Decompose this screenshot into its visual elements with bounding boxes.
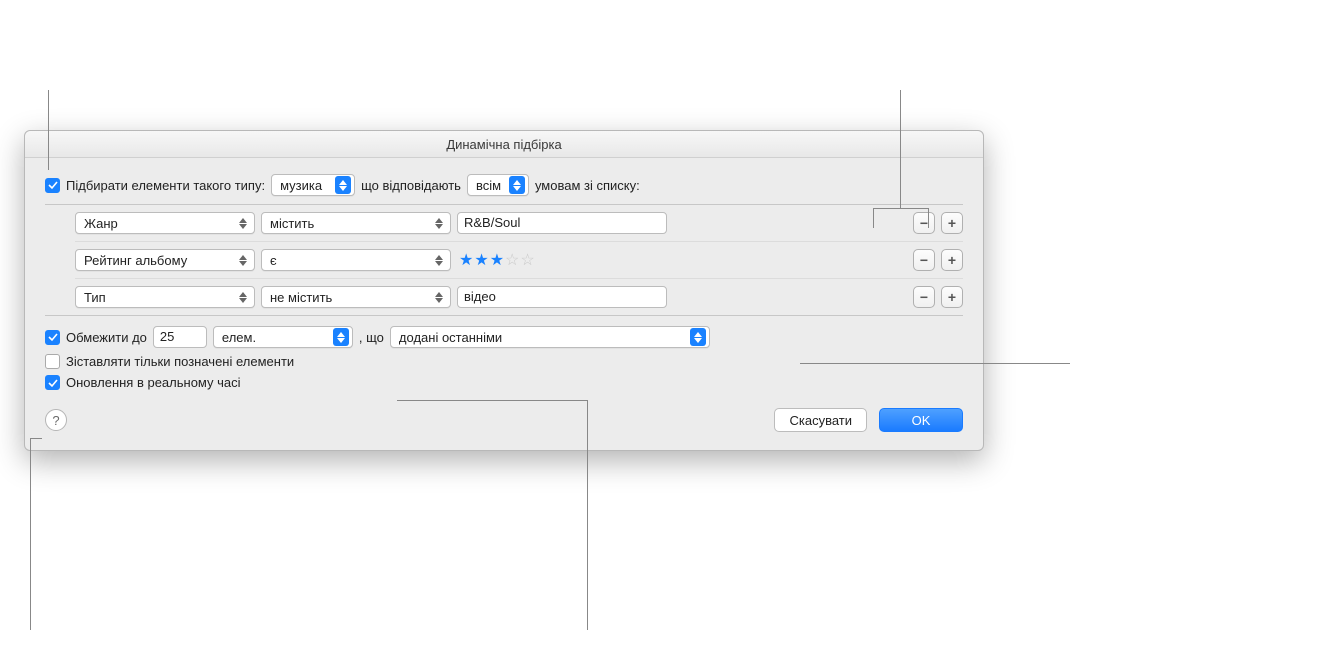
rule-field-popup[interactable]: Жанр — [75, 212, 255, 234]
limit-unit-popup[interactable]: елем. — [213, 326, 353, 348]
rule-field-popup[interactable]: Рейтинг альбому — [75, 249, 255, 271]
star-icon: ☆ — [505, 250, 519, 270]
limit-joiner-label: , що — [359, 330, 384, 345]
dialog-footer: ? Скасувати OK — [45, 408, 963, 432]
chevron-updown-icon — [235, 214, 251, 232]
live-update-checkbox[interactable] — [45, 375, 60, 390]
rule-field-popup[interactable]: Тип — [75, 286, 255, 308]
limit-criteria-value: додані останніми — [399, 330, 502, 345]
ok-button[interactable]: OK — [879, 408, 963, 432]
rule-row: Рейтинг альбому є ★ ★ ★ — [75, 242, 963, 279]
rule-op-value: не містить — [270, 290, 332, 305]
rule-op-popup[interactable]: містить — [261, 212, 451, 234]
match-only-checked-label: Зіставляти тільки позначені елементи — [66, 354, 294, 369]
rule-field-value: Жанр — [84, 216, 118, 231]
callout-line — [900, 208, 928, 209]
callout-line — [30, 438, 42, 439]
callout-line — [900, 90, 901, 208]
plus-icon: + — [948, 289, 956, 305]
limit-unit-value: елем. — [222, 330, 256, 345]
live-update-label: Оновлення в реальному часі — [66, 375, 241, 390]
media-type-value: музика — [280, 178, 322, 193]
rule-op-value: є — [270, 253, 277, 268]
limit-label: Обмежити до — [66, 330, 147, 345]
rule-op-value: містить — [270, 216, 314, 231]
match-checkbox[interactable] — [45, 178, 60, 193]
smart-playlist-dialog: Динамічна підбірка Підбирати елементи та… — [24, 130, 984, 451]
match-suffix-label: умовам зі списку: — [535, 178, 640, 193]
add-rule-button[interactable]: + — [941, 286, 963, 308]
callout-line — [48, 90, 49, 170]
dialog-title: Динамічна підбірка — [25, 131, 983, 158]
rule-field-value: Тип — [84, 290, 106, 305]
callout-line — [30, 438, 31, 630]
minus-icon: − — [920, 289, 928, 305]
chevron-updown-icon — [690, 328, 706, 346]
chevron-updown-icon — [333, 328, 349, 346]
limit-criteria-popup[interactable]: додані останніми — [390, 326, 710, 348]
rule-field-value: Рейтинг альбому — [84, 253, 187, 268]
plus-icon: + — [948, 215, 956, 231]
rule-row: Тип не містить відео − + — [75, 279, 963, 315]
star-icon: ★ — [474, 250, 488, 270]
star-icon: ★ — [490, 250, 504, 270]
add-rule-button[interactable]: + — [941, 249, 963, 271]
cancel-button[interactable]: Скасувати — [774, 408, 867, 432]
match-only-checked-row: Зіставляти тільки позначені елементи — [45, 354, 963, 369]
chevron-updown-icon — [335, 176, 351, 194]
chevron-updown-icon — [235, 251, 251, 269]
match-middle-label: що відповідають — [361, 178, 461, 193]
media-type-popup[interactable]: музика — [271, 174, 355, 196]
limit-checkbox[interactable] — [45, 330, 60, 345]
minus-icon: − — [920, 215, 928, 231]
add-rule-button[interactable]: + — [941, 212, 963, 234]
rule-op-popup[interactable]: не містить — [261, 286, 451, 308]
star-icon: ★ — [459, 250, 473, 270]
match-scope-value: всім — [476, 178, 501, 193]
callout-line — [873, 208, 900, 209]
limit-row: Обмежити до 25 елем. , що додані останні… — [45, 326, 963, 348]
chevron-updown-icon — [431, 251, 447, 269]
remove-rule-button[interactable]: − — [913, 249, 935, 271]
remove-rule-button[interactable]: − — [913, 286, 935, 308]
match-criteria-row: Підбирати елементи такого типу: музика щ… — [45, 174, 963, 196]
help-icon: ? — [52, 413, 59, 428]
callout-line — [587, 400, 588, 630]
minus-icon: − — [920, 252, 928, 268]
rule-row: Жанр містить R&B/Soul − + — [75, 205, 963, 242]
dialog-content: Підбирати елементи такого типу: музика щ… — [25, 158, 983, 450]
star-icon: ☆ — [520, 250, 534, 270]
callout-line — [800, 363, 1070, 364]
callout-line — [873, 208, 874, 228]
callout-line — [397, 400, 587, 401]
chevron-updown-icon — [431, 288, 447, 306]
limit-count-input[interactable]: 25 — [153, 326, 207, 348]
live-update-row: Оновлення в реальному часі — [45, 375, 963, 390]
rule-op-popup[interactable]: є — [261, 249, 451, 271]
remove-rule-button[interactable]: − — [913, 212, 935, 234]
rule-value-input[interactable]: R&B/Soul — [457, 212, 667, 234]
rule-value-input[interactable]: відео — [457, 286, 667, 308]
match-scope-popup[interactable]: всім — [467, 174, 529, 196]
callout-line — [928, 208, 929, 228]
button-group: Скасувати OK — [774, 408, 963, 432]
match-prefix-label: Підбирати елементи такого типу: — [66, 178, 265, 193]
chevron-updown-icon — [235, 288, 251, 306]
chevron-updown-icon — [431, 214, 447, 232]
match-only-checked-checkbox[interactable] — [45, 354, 60, 369]
help-button[interactable]: ? — [45, 409, 67, 431]
plus-icon: + — [948, 252, 956, 268]
chevron-updown-icon — [509, 176, 525, 194]
rating-stars[interactable]: ★ ★ ★ ☆ ☆ — [459, 250, 535, 270]
rules-container: Жанр містить R&B/Soul − + — [45, 204, 963, 316]
